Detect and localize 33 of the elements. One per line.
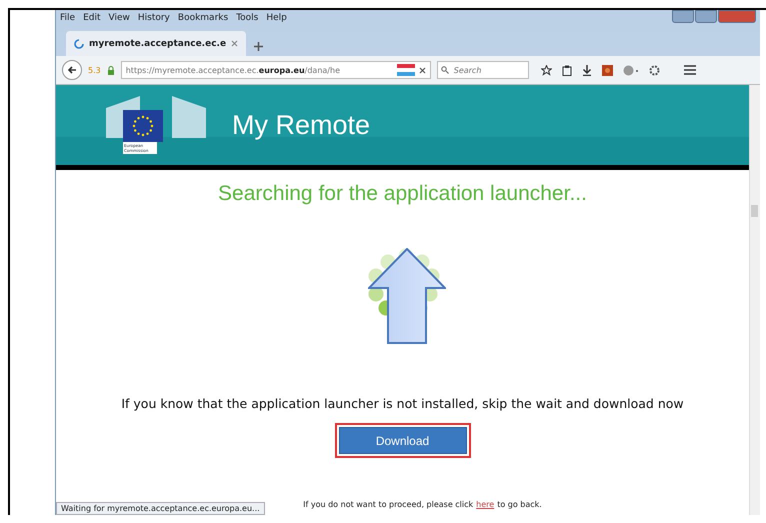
menu-item[interactable]: Help [266, 13, 287, 23]
back-button[interactable] [62, 60, 82, 80]
scrollbar[interactable] [749, 85, 760, 515]
footer-text: If you do not want to proceed, please click [303, 500, 474, 509]
download-icon[interactable] [582, 64, 592, 76]
footer-text: to go back. [497, 500, 542, 509]
menu-item[interactable]: Bookmarks [178, 13, 228, 23]
star-icon[interactable] [540, 64, 552, 76]
status-heading: Searching for the application launcher... [218, 182, 587, 206]
menu-item[interactable]: History [138, 13, 170, 23]
clipboard-icon[interactable] [562, 64, 572, 76]
instruction-text: If you know that the application launcher is not installed, skip the wait and download now [121, 396, 684, 411]
addon-icon[interactable] [602, 64, 613, 76]
arrow-icon [368, 248, 446, 344]
address-field[interactable]: https://myremote.acceptance.ec.europa.eu/dana/he [120, 61, 431, 79]
loading-icon [74, 38, 84, 48]
back-link[interactable]: here [476, 500, 494, 509]
site-title: My Remote [232, 110, 370, 140]
status-bar: Waiting for myremote.acceptance.ec.europa.eu... [56, 502, 265, 515]
lock-icon [106, 66, 115, 74]
menu-item[interactable]: View [108, 13, 130, 23]
menu-item[interactable]: Edit [83, 13, 100, 23]
flag-icon [396, 64, 415, 76]
menu-item[interactable]: Tools [236, 13, 258, 23]
browser-tab[interactable]: myremote.acceptance.ec.e [66, 31, 246, 56]
download-button[interactable]: Download [338, 427, 466, 454]
back-arrow-icon [67, 65, 77, 75]
menu-icon[interactable] [684, 65, 696, 75]
menu-item[interactable]: File [60, 13, 76, 23]
close-tab-icon[interactable] [231, 40, 238, 47]
new-tab-icon[interactable] [254, 42, 264, 51]
search-field[interactable]: Search [436, 61, 529, 79]
clear-icon[interactable] [418, 66, 426, 74]
